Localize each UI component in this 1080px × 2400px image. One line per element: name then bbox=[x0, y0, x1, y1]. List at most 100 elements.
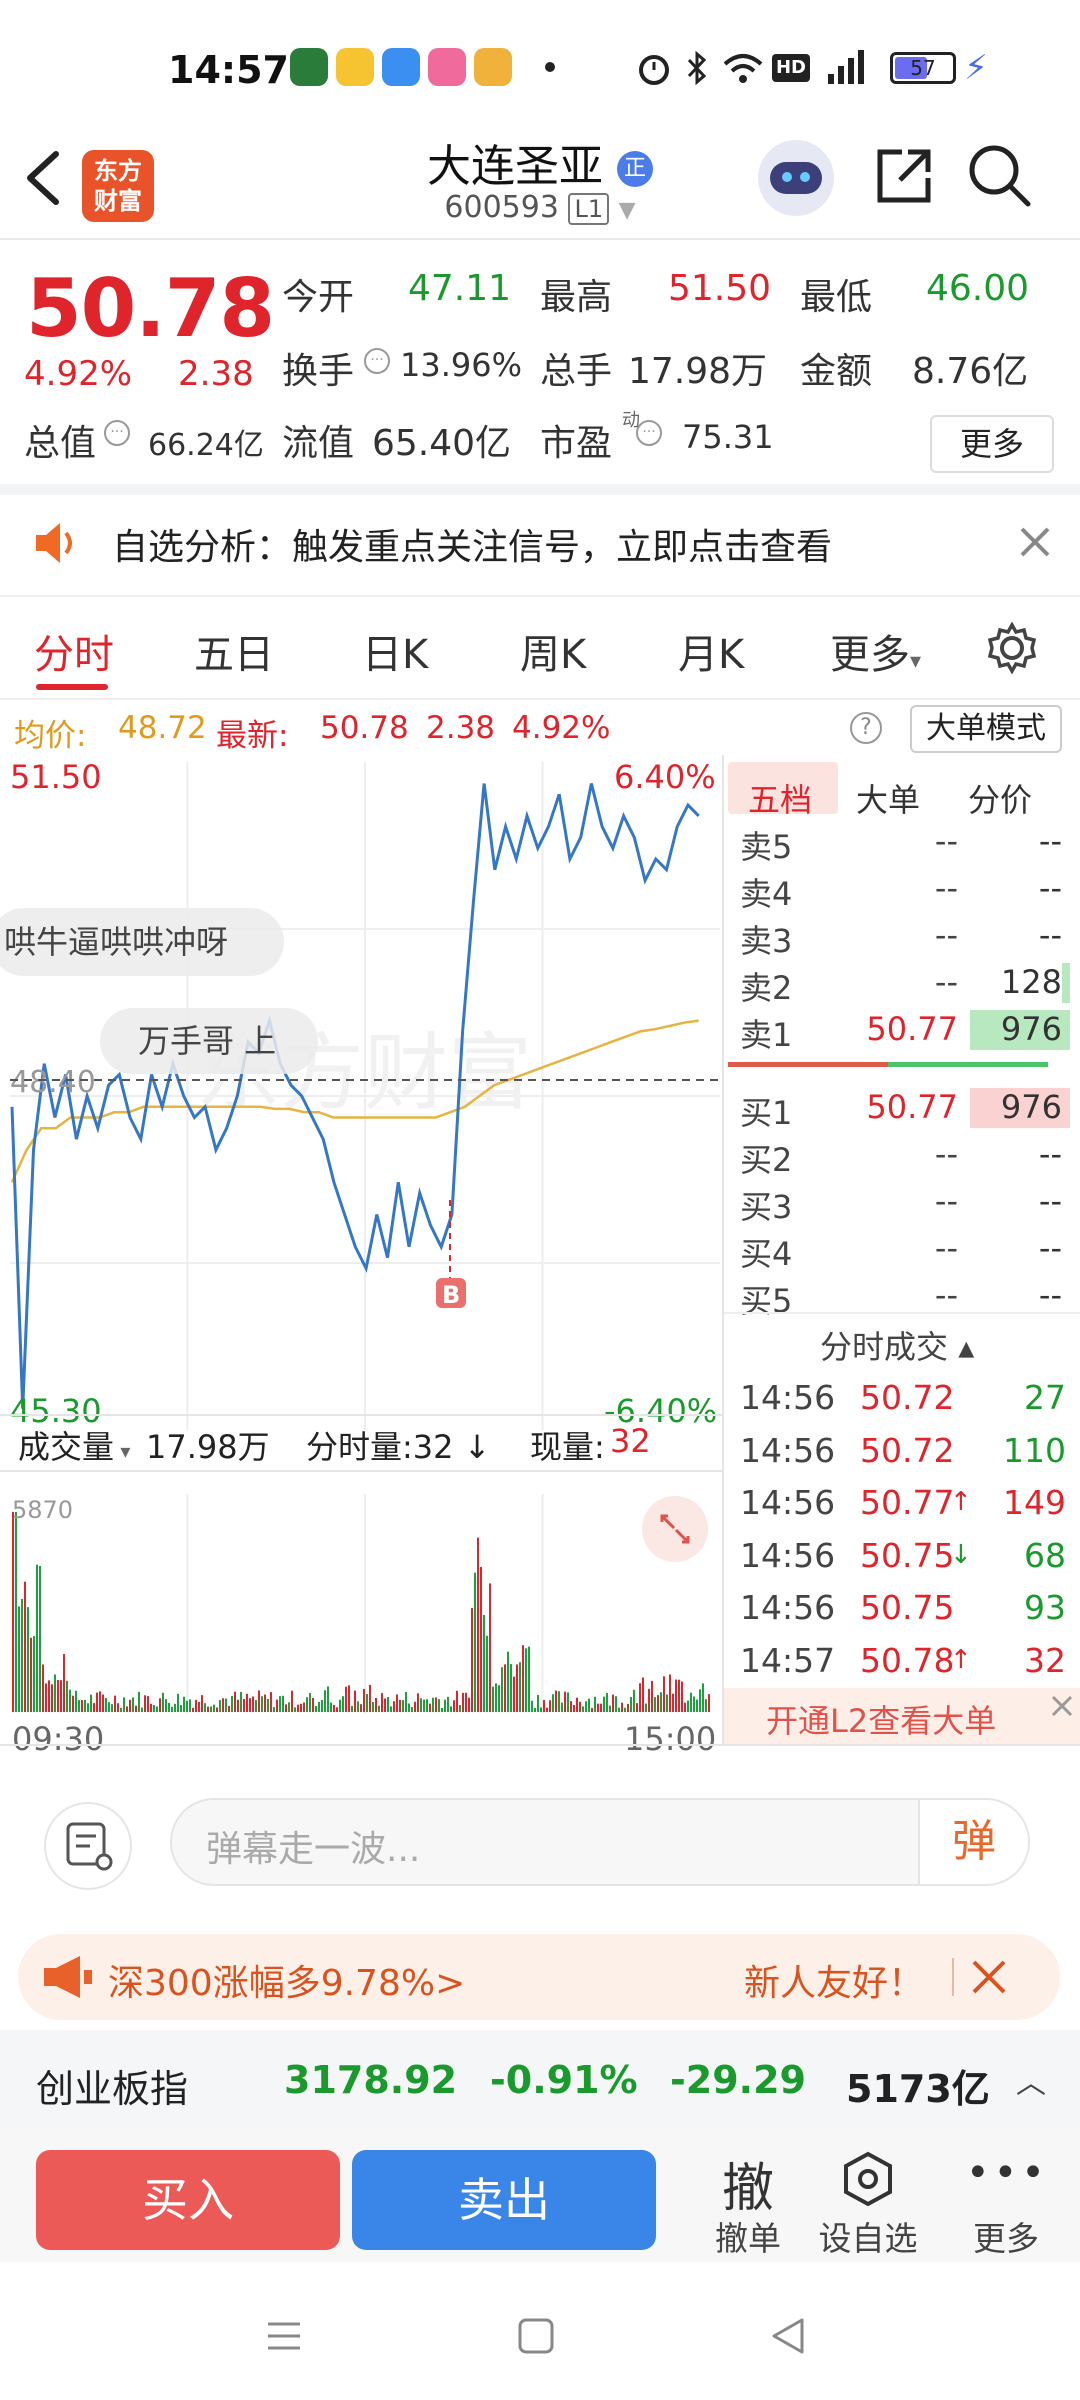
index-ticker[interactable]: 创业板指 3178.92 -0.91% -29.29 5173亿 ︿ bbox=[0, 2030, 1080, 2130]
hd-icon: HD bbox=[772, 54, 810, 82]
bid-row[interactable]: 买4 -- -- bbox=[740, 1225, 1070, 1273]
info-icon[interactable]: ··· bbox=[364, 348, 390, 374]
volume-bar bbox=[273, 1707, 275, 1712]
volume-bar bbox=[624, 1707, 626, 1712]
tab-price-distribution[interactable]: 分价 bbox=[968, 775, 1032, 821]
info-icon[interactable]: ··· bbox=[636, 420, 662, 446]
volume-bar bbox=[414, 1701, 416, 1712]
volume-bar bbox=[72, 1695, 74, 1712]
bid-row[interactable]: 买1 50.77 976 bbox=[740, 1084, 1070, 1132]
volume-bar bbox=[105, 1698, 107, 1712]
ask-row[interactable]: 卖5 -- -- bbox=[740, 818, 1070, 866]
danmu-input[interactable]: 弹幕走一波... 弹 bbox=[170, 1798, 1030, 1886]
cancel-order-label[interactable]: 撤单 bbox=[688, 2212, 808, 2260]
volume-bar bbox=[162, 1692, 164, 1712]
volume-bar bbox=[552, 1694, 554, 1712]
help-icon[interactable]: ? bbox=[850, 712, 882, 744]
add-watchlist-label[interactable]: 设自选 bbox=[808, 2212, 928, 2260]
back-nav-icon[interactable] bbox=[768, 2316, 808, 2356]
comment-list-icon[interactable] bbox=[44, 1802, 132, 1890]
cancel-order-icon[interactable]: 撤 bbox=[708, 2146, 788, 2221]
volume-bar bbox=[21, 1598, 23, 1712]
tab-big-orders[interactable]: 大单 bbox=[856, 775, 920, 821]
volume-indicator-select[interactable]: 成交量 ▾ bbox=[18, 1422, 130, 1468]
volume-bar bbox=[630, 1697, 632, 1712]
app-notification-icon bbox=[290, 48, 328, 86]
buy-button[interactable]: 买入 bbox=[36, 2150, 340, 2250]
ask-volume: -- bbox=[1038, 869, 1062, 907]
bid-row[interactable]: 买2 -- -- bbox=[740, 1131, 1070, 1179]
analysis-notice[interactable]: 自选分析：触发重点关注信号，立即点击查看 bbox=[0, 495, 1080, 595]
volume-bar bbox=[219, 1700, 221, 1712]
ask-row[interactable]: 卖4 -- -- bbox=[740, 865, 1070, 913]
ask-row[interactable]: 卖1 50.77 976 bbox=[740, 1006, 1070, 1054]
intraday-chart[interactable]: 东方财富 51.50 6.40% 45.30 -6.40% 48.40 B bbox=[10, 762, 730, 1430]
l2-promo[interactable]: 开通L2查看大单 bbox=[724, 1688, 1080, 1744]
volume-bar bbox=[408, 1703, 410, 1712]
volume-bar bbox=[183, 1696, 185, 1712]
volume-bar bbox=[579, 1701, 581, 1712]
big-order-mode-button[interactable]: 大单模式 bbox=[910, 705, 1062, 753]
volume-bar bbox=[195, 1699, 197, 1712]
app-notification-icon bbox=[382, 48, 420, 86]
sell-button[interactable]: 卖出 bbox=[352, 2150, 656, 2250]
volume-bar bbox=[639, 1683, 641, 1712]
promo-banner[interactable]: 深300涨幅多9.78%> 新人友好！ bbox=[18, 1934, 1060, 2020]
ticks-title[interactable]: 分时成交 ▴ bbox=[820, 1322, 974, 1368]
tick-price: 50.77 bbox=[860, 1483, 955, 1522]
volume-bar bbox=[474, 1572, 476, 1712]
volume-bar bbox=[180, 1705, 182, 1712]
search-icon[interactable] bbox=[966, 142, 1032, 208]
volume-bar bbox=[465, 1692, 467, 1712]
tab-weekly-k[interactable]: 周K bbox=[520, 622, 586, 680]
settings-gear-icon[interactable] bbox=[986, 622, 1038, 674]
volume-bar bbox=[324, 1690, 326, 1712]
tab-more[interactable]: 更多▾ bbox=[830, 622, 921, 680]
info-icon[interactable]: ··· bbox=[104, 420, 130, 446]
tick-time: 14:56 bbox=[740, 1588, 836, 1627]
more-label[interactable]: 更多 bbox=[946, 2212, 1066, 2260]
volume-bar bbox=[681, 1681, 683, 1712]
fullscreen-button[interactable] bbox=[642, 1496, 708, 1562]
volume-bar bbox=[708, 1694, 710, 1712]
tab-daily-k[interactable]: 日K bbox=[362, 622, 428, 680]
home-icon[interactable] bbox=[516, 2316, 556, 2356]
volume-bar bbox=[24, 1581, 26, 1712]
volume-bar bbox=[369, 1684, 371, 1712]
add-watchlist-icon[interactable] bbox=[840, 2150, 896, 2208]
volume-bar bbox=[513, 1676, 515, 1712]
change-percent: 4.92% bbox=[24, 354, 133, 394]
volume-bar bbox=[627, 1703, 629, 1712]
bid-row[interactable]: 买3 -- -- bbox=[740, 1178, 1070, 1226]
bid-level-label: 买5 bbox=[740, 1282, 793, 1320]
volume-bar bbox=[261, 1696, 263, 1712]
battery-level: 57 bbox=[910, 56, 936, 80]
volume-bar bbox=[546, 1707, 548, 1712]
ask-row[interactable]: 卖2 -- 128 bbox=[740, 959, 1070, 1007]
share-icon[interactable] bbox=[872, 144, 936, 208]
ask-price: 50.77 bbox=[866, 1010, 958, 1048]
more-icon[interactable]: ••• bbox=[966, 2150, 1046, 2196]
status-bar: 14:57 HD 57 ⚡ bbox=[0, 0, 1080, 130]
danmu-send-button[interactable]: 弹 bbox=[918, 1800, 1028, 1884]
volume-bar bbox=[342, 1696, 344, 1712]
volume-bar bbox=[705, 1699, 707, 1712]
tick-direction: ↑ bbox=[950, 1644, 972, 1675]
change-amount: 2.38 bbox=[178, 354, 254, 394]
tab-five-day[interactable]: 五日 bbox=[194, 622, 274, 680]
volume-bar bbox=[432, 1697, 434, 1712]
close-icon[interactable] bbox=[968, 1956, 1010, 1998]
tab-monthly-k[interactable]: 月K bbox=[678, 622, 744, 680]
ask-row[interactable]: 卖3 -- -- bbox=[740, 912, 1070, 960]
tab-intraday[interactable]: 分时 bbox=[34, 622, 114, 680]
close-icon[interactable] bbox=[1018, 525, 1052, 559]
volume-bar bbox=[276, 1699, 278, 1712]
bid-volume: -- bbox=[1038, 1135, 1062, 1173]
ai-assistant-icon[interactable] bbox=[758, 140, 834, 216]
menu-icon[interactable] bbox=[264, 2316, 304, 2356]
tab-five-levels[interactable]: 五档 bbox=[748, 775, 812, 821]
more-quote-button[interactable]: 更多 bbox=[930, 415, 1054, 473]
volume-bar bbox=[345, 1686, 347, 1712]
charging-icon: ⚡ bbox=[964, 48, 988, 88]
volume-bar bbox=[528, 1646, 530, 1712]
